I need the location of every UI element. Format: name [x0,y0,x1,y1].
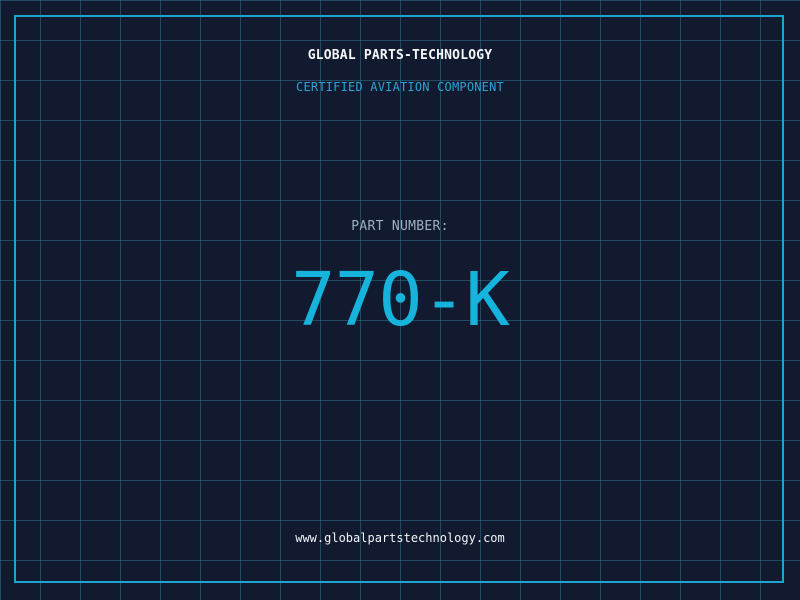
part-number-label: PART NUMBER: [351,219,449,234]
label-canvas: GLOBAL PARTS-TECHNOLOGY CERTIFIED AVIATI… [0,0,800,600]
part-number-value: 770-K [291,257,510,343]
brand-subtitle: CERTIFIED AVIATION COMPONENT [296,80,504,94]
brand-title: GLOBAL PARTS-TECHNOLOGY [307,48,493,63]
website-url: www.globalpartstechnology.com [295,531,505,545]
